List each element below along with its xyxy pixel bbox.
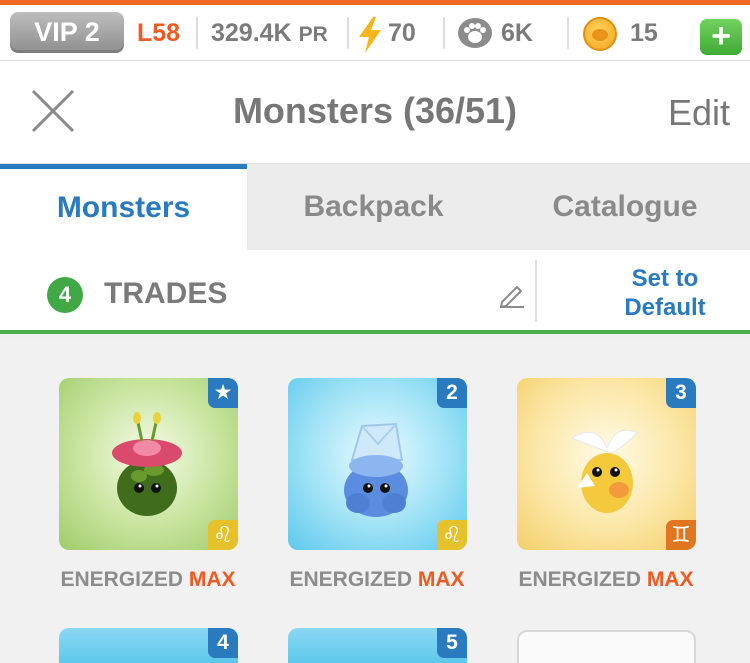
slot-number: 3 [666,378,696,408]
tab-bar: Monsters Backpack Catalogue [0,164,750,250]
slot-number: 2 [437,378,467,408]
paw-icon [458,18,492,48]
divider [567,17,569,49]
energy-count: 70 [388,19,416,47]
power-value: 329.4K [211,19,292,47]
set-default-line: Default [624,294,706,321]
empty-card-slot[interactable] [517,630,696,663]
max-text: MAX [417,568,465,591]
set-default-line: Set to [631,265,699,292]
tab-catalogue[interactable]: Catalogue [500,164,750,250]
power-rating: 329.4K PR [211,18,328,50]
page-title: Monsters (36/51) [232,90,518,131]
trades-count-badge: 4 [47,277,83,313]
max-text: MAX [646,568,694,591]
monster-card[interactable]: 5 [288,628,467,663]
paws-count: 6K [501,19,533,47]
card-label: ENERGIZED MAX [33,567,263,593]
trades-label: TRADES [104,277,228,310]
max-text: MAX [188,568,236,591]
monster-card[interactable]: ★ ♌ [59,378,238,550]
vip-badge[interactable]: VIP 2 [10,12,124,53]
divider [535,260,537,322]
monster-card[interactable]: 2 ♌ [288,378,467,550]
pencil-icon[interactable] [496,279,526,309]
slot-number: 4 [208,628,238,658]
edit-button[interactable]: Edit [668,91,730,135]
divider [347,17,349,49]
add-coins-button[interactable]: + [700,19,742,55]
divider [443,17,445,49]
card-label: ENERGIZED MAX [262,567,492,593]
set-to-default-button[interactable]: Set to Default [600,264,730,322]
monster-card[interactable]: 3 ♊ [517,378,696,550]
card-label: ENERGIZED MAX [491,567,721,593]
player-level: L58 [137,19,181,47]
lightning-icon [359,17,381,53]
trades-bar: 4 TRADES Set to Default [0,250,750,334]
slot-number: ★ [208,378,238,408]
energized-text: ENERGIZED [289,568,412,591]
energized-text: ENERGIZED [60,568,183,591]
divider [196,17,198,49]
coins-count: 15 [630,19,658,47]
tab-backpack[interactable]: Backpack [247,164,500,250]
coin-icon [583,17,617,51]
status-bar: VIP 2 L58 329.4K PR 70 6K 15 + [0,5,750,61]
power-unit: PR [298,23,328,46]
monster-card[interactable]: 4 [59,628,238,663]
leo-icon: ♌ [437,520,467,550]
slot-number: 5 [437,628,467,658]
leo-icon: ♌ [208,520,238,550]
page-header: Monsters (36/51) Edit [0,61,750,164]
tab-monsters[interactable]: Monsters [0,164,247,250]
energized-text: ENERGIZED [518,568,641,591]
gemini-icon: ♊ [666,520,696,550]
